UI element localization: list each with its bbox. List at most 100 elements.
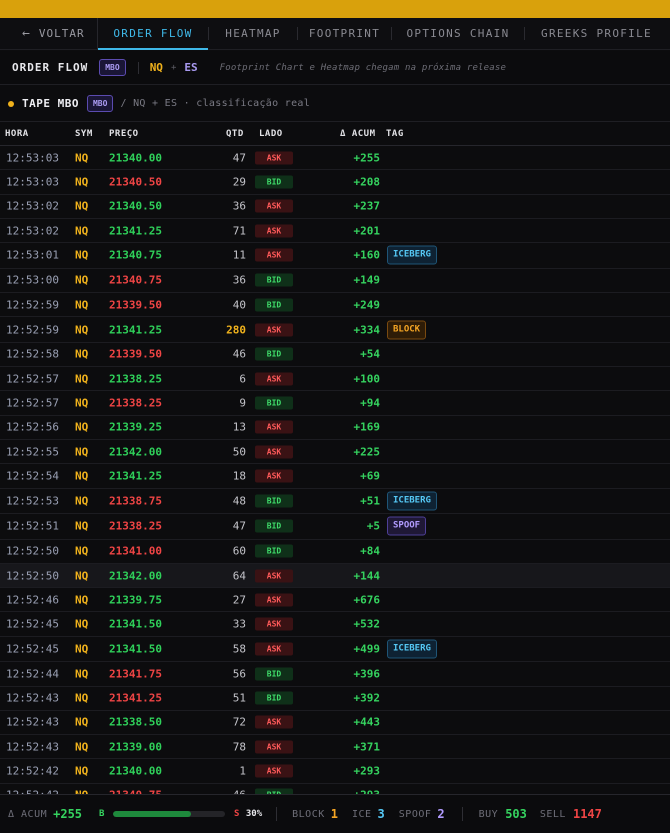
live-dot-icon bbox=[8, 100, 14, 107]
row-delta: +169 bbox=[353, 420, 381, 434]
col-price[interactable]: PREÇO bbox=[109, 129, 139, 139]
buy-sell-ratio-bar bbox=[112, 811, 225, 817]
row-qty: 280 bbox=[226, 323, 246, 337]
row-time: 12:52:55 bbox=[6, 445, 59, 459]
table-row[interactable]: 12:52:59 NQ 21339.50 40 BID +249 bbox=[0, 293, 670, 318]
tag-badge: BLOCK bbox=[387, 320, 427, 340]
table-row[interactable]: 12:52:45 NQ 21341.50 58 ASK +499 ICEBERG bbox=[0, 637, 670, 663]
panel-title: TAPE MBO bbox=[22, 97, 79, 110]
symbol-nq[interactable]: NQ bbox=[150, 61, 163, 74]
row-qty: 46 bbox=[232, 347, 246, 361]
row-time: 12:53:03 bbox=[6, 175, 59, 189]
row-qty: 33 bbox=[232, 617, 246, 631]
tab-options-chain[interactable]: OPTIONS CHAIN bbox=[392, 18, 524, 49]
tab-heatmap[interactable]: HEATMAP bbox=[209, 18, 297, 49]
table-row[interactable]: 12:52:54 NQ 21341.25 18 ASK +69 bbox=[0, 464, 670, 489]
plus-sign: + bbox=[170, 62, 177, 73]
page-title: ORDER FLOW bbox=[12, 61, 89, 74]
row-price: 21340.75 bbox=[109, 273, 162, 287]
row-qty: 36 bbox=[232, 273, 246, 287]
table-row[interactable]: 12:53:00 NQ 21340.75 36 BID +149 bbox=[0, 269, 670, 293]
row-price: 21342.00 bbox=[109, 445, 162, 459]
row-qty: 72 bbox=[232, 715, 246, 729]
row-time: 12:52:43 bbox=[6, 691, 59, 705]
table-row[interactable]: 12:52:44 NQ 21341.75 56 BID +396 bbox=[0, 662, 670, 687]
row-price: 21341.25 bbox=[109, 323, 162, 337]
table-row[interactable]: 12:52:51 NQ 21338.25 47 BID +5 SPOOF bbox=[0, 514, 670, 540]
col-delta[interactable]: Δ ACUM bbox=[340, 129, 376, 139]
side-badge: ASK bbox=[255, 199, 293, 213]
row-qty: 18 bbox=[232, 469, 246, 483]
table-row[interactable]: 12:52:57 NQ 21338.25 9 BID +94 bbox=[0, 391, 670, 416]
table-row[interactable]: 12:52:42 NQ 21340.00 1 ASK +293 bbox=[0, 759, 670, 784]
col-sym[interactable]: SYM bbox=[75, 129, 93, 139]
table-row[interactable]: 12:52:46 NQ 21339.75 27 ASK +676 bbox=[0, 588, 670, 613]
side-badge: BID bbox=[255, 494, 293, 508]
row-price: 21341.25 bbox=[109, 691, 162, 705]
table-row[interactable]: 12:52:50 NQ 21342.00 64 ASK +144 bbox=[0, 563, 670, 589]
table-row[interactable]: 12:52:43 NQ 21338.50 72 ASK +443 bbox=[0, 711, 670, 736]
table-row[interactable]: 12:52:50 NQ 21341.00 60 BID +84 bbox=[0, 540, 670, 564]
table-row[interactable]: 12:53:02 NQ 21340.50 36 ASK +237 bbox=[0, 195, 670, 219]
table-row[interactable]: 12:52:53 NQ 21338.75 48 BID +51 ICEBERG bbox=[0, 489, 670, 515]
table-row[interactable]: 12:52:43 NQ 21341.25 51 BID +392 bbox=[0, 687, 670, 711]
table-row[interactable]: 12:52:55 NQ 21342.00 50 ASK +225 bbox=[0, 440, 670, 465]
table-row[interactable]: 12:53:03 NQ 21340.00 47 ASK +255 bbox=[0, 146, 670, 171]
table-row[interactable]: 12:52:59 NQ 21341.25 280 ASK +334 BLOCK bbox=[0, 317, 670, 343]
tag-badge: ICEBERG bbox=[387, 491, 437, 511]
row-time: 12:53:00 bbox=[6, 273, 59, 287]
row-price: 21341.50 bbox=[109, 617, 162, 631]
row-price: 21338.50 bbox=[109, 715, 162, 729]
row-qty: 9 bbox=[239, 396, 246, 410]
side-badge: ASK bbox=[255, 593, 293, 607]
row-qty: 58 bbox=[232, 642, 246, 656]
row-price: 21340.50 bbox=[109, 175, 162, 189]
tag-badge: ICEBERG bbox=[387, 639, 437, 659]
ice-count: 3 bbox=[377, 807, 385, 821]
side-badge: ASK bbox=[255, 248, 293, 262]
spoof-label: SPOOF bbox=[398, 808, 432, 820]
row-price: 21338.25 bbox=[109, 372, 162, 386]
col-side[interactable]: LADO bbox=[259, 129, 283, 139]
row-price: 21341.50 bbox=[109, 642, 162, 656]
row-qty: 47 bbox=[232, 519, 246, 533]
side-badge: BID bbox=[255, 273, 293, 287]
table-row[interactable]: 12:53:03 NQ 21340.50 29 BID +208 bbox=[0, 170, 670, 195]
row-time: 12:52:43 bbox=[6, 715, 59, 729]
buy-label: BUY bbox=[478, 808, 499, 820]
row-qty: 56 bbox=[232, 667, 246, 681]
tab-footprint[interactable]: FOOTPRINT bbox=[298, 18, 391, 49]
sell-label: SELL bbox=[539, 808, 566, 820]
col-tag[interactable]: TAG bbox=[386, 129, 404, 139]
table-row[interactable]: 12:52:58 NQ 21339.50 46 BID +54 bbox=[0, 343, 670, 368]
row-delta: +334 bbox=[353, 323, 381, 337]
row-time: 12:52:58 bbox=[6, 347, 59, 361]
row-delta: +499 bbox=[353, 642, 381, 656]
row-symbol: NQ bbox=[75, 298, 89, 312]
row-price: 21339.75 bbox=[109, 593, 162, 607]
table-row[interactable]: 12:53:02 NQ 21341.25 71 ASK +201 bbox=[0, 219, 670, 244]
row-price: 21340.00 bbox=[109, 151, 162, 165]
side-badge: ASK bbox=[255, 420, 293, 434]
row-time: 12:52:51 bbox=[6, 519, 59, 533]
table-row[interactable]: 12:52:43 NQ 21339.00 78 ASK +371 bbox=[0, 735, 670, 760]
row-qty: 78 bbox=[232, 740, 246, 754]
release-note: Footprint Chart e Heatmap chegam na próx… bbox=[219, 62, 507, 73]
tab-order-flow[interactable]: ORDER FLOW bbox=[98, 18, 208, 50]
back-button[interactable]: ← VOLTAR bbox=[0, 18, 98, 49]
row-time: 12:52:59 bbox=[6, 323, 59, 337]
tab-greeks-profile[interactable]: GREEKS PROFILE bbox=[525, 18, 668, 49]
table-row[interactable]: 12:52:45 NQ 21341.50 33 ASK +532 bbox=[0, 612, 670, 637]
delta-value: +255 bbox=[53, 807, 83, 821]
col-qty[interactable]: QTD bbox=[226, 129, 244, 139]
row-delta: +237 bbox=[353, 199, 381, 213]
row-qty: 40 bbox=[232, 298, 246, 312]
table-header: HORA SYM PREÇO QTD LADO Δ ACUM TAG bbox=[0, 123, 670, 146]
symbol-es[interactable]: ES bbox=[184, 61, 197, 74]
col-time[interactable]: HORA bbox=[5, 129, 29, 139]
table-row[interactable]: 12:52:57 NQ 21338.25 6 ASK +100 bbox=[0, 367, 670, 392]
table-row[interactable]: 12:52:56 NQ 21339.25 13 ASK +169 bbox=[0, 416, 670, 440]
row-price: 21339.50 bbox=[109, 298, 162, 312]
table-row[interactable]: 12:52:42NQ21340.7546BID+293 bbox=[0, 784, 670, 794]
table-row[interactable]: 12:53:01 NQ 21340.75 11 ASK +160 ICEBERG bbox=[0, 243, 670, 269]
